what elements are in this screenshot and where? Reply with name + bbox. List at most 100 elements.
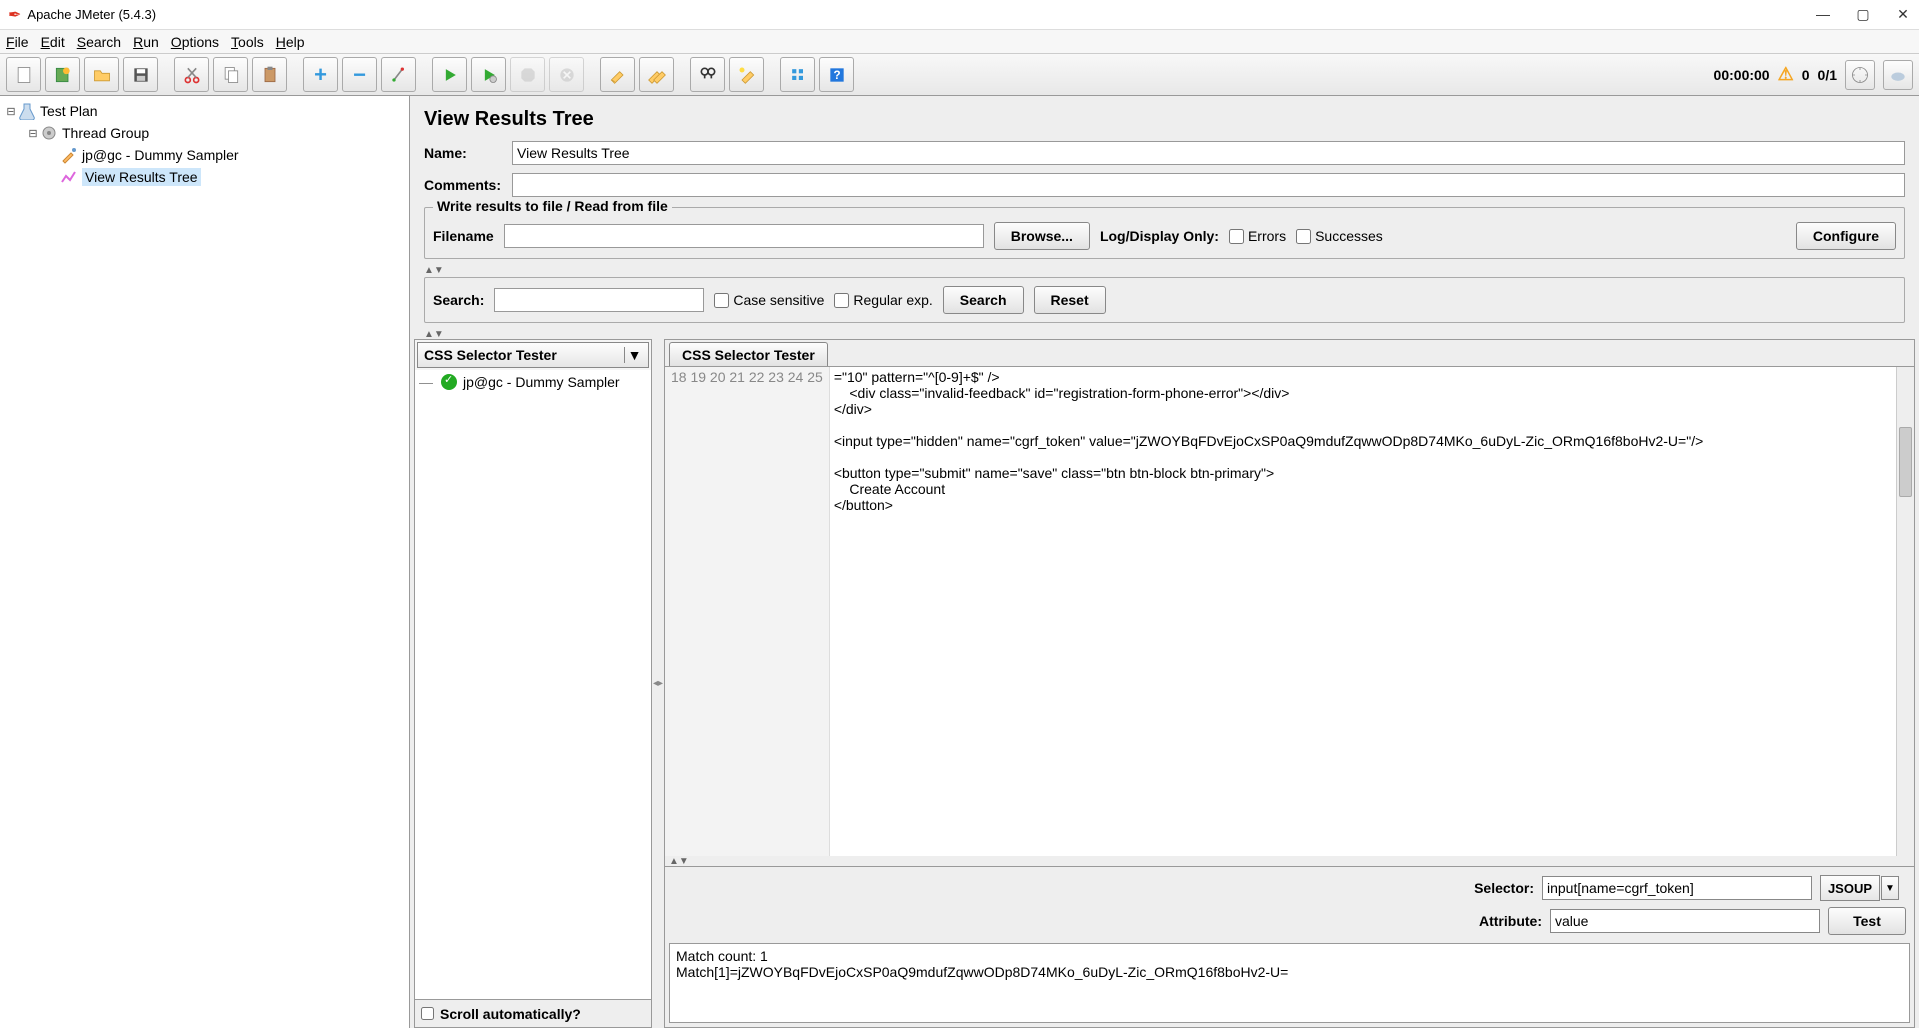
- selector-box: Selector: JSOUP ▼ Attribute: Test: [665, 866, 1914, 943]
- selector-input[interactable]: [1542, 876, 1812, 900]
- copy-button[interactable]: [213, 57, 248, 92]
- dropper-icon: [60, 146, 78, 164]
- search-fieldset: Search: Case sensitive Regular exp. Sear…: [424, 277, 1905, 323]
- search-button[interactable]: Search: [943, 286, 1024, 314]
- gear-icon: [40, 124, 58, 142]
- file-fieldset: Write results to file / Read from file F…: [424, 207, 1905, 259]
- thread-count: 0/1: [1818, 67, 1837, 83]
- case-checkbox[interactable]: Case sensitive: [714, 292, 824, 308]
- match-results[interactable]: Match count: 1 Match[1]=jZWOYBqFDvEjoCxS…: [669, 943, 1910, 1023]
- selector-label: Selector:: [1464, 880, 1534, 896]
- expand-button[interactable]: +: [303, 57, 338, 92]
- engine-combo[interactable]: JSOUP ▼: [1820, 875, 1880, 901]
- close-button[interactable]: ✕: [1895, 6, 1911, 23]
- menu-file[interactable]: File: [6, 34, 29, 50]
- tab-css-tester[interactable]: CSS Selector Tester: [669, 342, 828, 366]
- tree-node-listener[interactable]: View Results Tree: [0, 166, 409, 188]
- attribute-input[interactable]: [1550, 909, 1820, 933]
- start-button[interactable]: [432, 57, 467, 92]
- stop-button[interactable]: [510, 57, 545, 92]
- results-tree[interactable]: — jp@gc - Dummy Sampler: [415, 370, 651, 999]
- result-sample-item[interactable]: — jp@gc - Dummy Sampler: [419, 374, 647, 390]
- menu-run[interactable]: Run: [133, 34, 159, 50]
- results-left-panel: CSS Selector Tester▼ — jp@gc - Dummy Sam…: [414, 339, 652, 1028]
- configure-button[interactable]: Configure: [1796, 222, 1896, 250]
- search-label: Search:: [433, 292, 484, 308]
- menu-edit[interactable]: Edit: [41, 34, 65, 50]
- help-button[interactable]: ?: [819, 57, 854, 92]
- filename-input[interactable]: [504, 224, 984, 248]
- scroll-auto-label: Scroll automatically?: [440, 1006, 581, 1022]
- errors-checkbox[interactable]: Errors: [1229, 228, 1286, 244]
- maximize-button[interactable]: ▢: [1855, 6, 1871, 23]
- reset-search-button[interactable]: [729, 57, 764, 92]
- collapse-arrows[interactable]: ▲▼: [410, 265, 1919, 275]
- tree-node-test-plan[interactable]: ⊟ Test Plan: [0, 100, 409, 122]
- renderer-combo[interactable]: CSS Selector Tester▼: [417, 342, 649, 368]
- templates-button[interactable]: [45, 57, 80, 92]
- tree-node-thread-group[interactable]: ⊟ Thread Group: [0, 122, 409, 144]
- match-result: Match[1]=jZWOYBqFDvEjoCxSP0aQ9mdufZqwwOD…: [676, 964, 1903, 980]
- browse-button[interactable]: Browse...: [994, 222, 1090, 250]
- search-tb-button[interactable]: [690, 57, 725, 92]
- menu-options[interactable]: Options: [171, 34, 219, 50]
- paste-button[interactable]: [252, 57, 287, 92]
- menu-search[interactable]: Search: [77, 34, 121, 50]
- vertical-scrollbar[interactable]: [1896, 367, 1914, 856]
- name-label: Name:: [424, 145, 504, 161]
- window-title: Apache JMeter (5.4.3): [27, 7, 1815, 22]
- menu-tools[interactable]: Tools: [231, 34, 264, 50]
- collapse-arrows-2[interactable]: ▲▼: [410, 329, 1919, 339]
- comments-label: Comments:: [424, 177, 504, 193]
- tree-toggle-icon[interactable]: ⊟: [26, 127, 40, 140]
- line-gutter: 18 19 20 21 22 23 24 25: [665, 367, 830, 856]
- test-plan-tree[interactable]: ⊟ Test Plan ⊟ Thread Group jp@gc - Dummy…: [0, 96, 410, 1028]
- chart-icon: [60, 168, 78, 186]
- shutdown-button[interactable]: [549, 57, 584, 92]
- new-button[interactable]: [6, 57, 41, 92]
- tree-toggle-icon[interactable]: ⊟: [4, 105, 18, 118]
- search-input[interactable]: [494, 288, 704, 312]
- test-button[interactable]: Test: [1828, 907, 1906, 935]
- name-input[interactable]: [512, 141, 1905, 165]
- results-right-panel: CSS Selector Tester 18 19 20 21 22 23 24…: [664, 339, 1915, 1028]
- app-icon: ✒: [8, 5, 21, 25]
- function-helper-button[interactable]: [780, 57, 815, 92]
- scroll-auto-checkbox[interactable]: [421, 1007, 434, 1020]
- elapsed-time: 00:00:00: [1714, 67, 1770, 83]
- splitter[interactable]: ◂▸: [654, 339, 662, 1028]
- regex-checkbox[interactable]: Regular exp.: [834, 292, 932, 308]
- filename-label: Filename: [433, 228, 494, 244]
- toolbar: + − ? 00:00:00 ⚠ 0 0/1: [0, 54, 1919, 96]
- chevron-down-icon[interactable]: ▼: [1881, 876, 1899, 900]
- threads-button[interactable]: [1845, 60, 1875, 90]
- response-code-area[interactable]: 18 19 20 21 22 23 24 25 ="10" pattern="^…: [665, 366, 1914, 856]
- clear-all-button[interactable]: [639, 57, 674, 92]
- menu-help[interactable]: Help: [276, 34, 305, 50]
- cloud-button[interactable]: [1883, 60, 1913, 90]
- start-no-timers-button[interactable]: [471, 57, 506, 92]
- attribute-label: Attribute:: [1472, 913, 1542, 929]
- open-button[interactable]: [84, 57, 119, 92]
- toggle-button[interactable]: [381, 57, 416, 92]
- successes-checkbox[interactable]: Successes: [1296, 228, 1383, 244]
- window-titlebar: ✒ Apache JMeter (5.4.3) — ▢ ✕: [0, 0, 1919, 30]
- code-content[interactable]: ="10" pattern="^[0-9]+$" /> <div class="…: [830, 367, 1896, 856]
- minimize-button[interactable]: —: [1815, 6, 1831, 23]
- comments-input[interactable]: [512, 173, 1905, 197]
- warning-icon[interactable]: ⚠: [1778, 64, 1794, 85]
- clear-button[interactable]: [600, 57, 635, 92]
- cut-button[interactable]: [174, 57, 209, 92]
- menubar: File Edit Search Run Options Tools Help: [0, 30, 1919, 54]
- chevron-down-icon: ▼: [624, 347, 644, 363]
- reset-button[interactable]: Reset: [1034, 286, 1106, 314]
- tree-node-sampler[interactable]: jp@gc - Dummy Sampler: [0, 144, 409, 166]
- collapse-arrows-3[interactable]: ▲▼: [665, 856, 1914, 866]
- file-legend: Write results to file / Read from file: [433, 198, 672, 214]
- warning-count: 0: [1802, 67, 1810, 83]
- save-button[interactable]: [123, 57, 158, 92]
- collapse-button[interactable]: −: [342, 57, 377, 92]
- success-icon: [441, 374, 457, 390]
- match-count: Match count: 1: [676, 948, 1903, 964]
- logonly-label: Log/Display Only:: [1100, 228, 1219, 244]
